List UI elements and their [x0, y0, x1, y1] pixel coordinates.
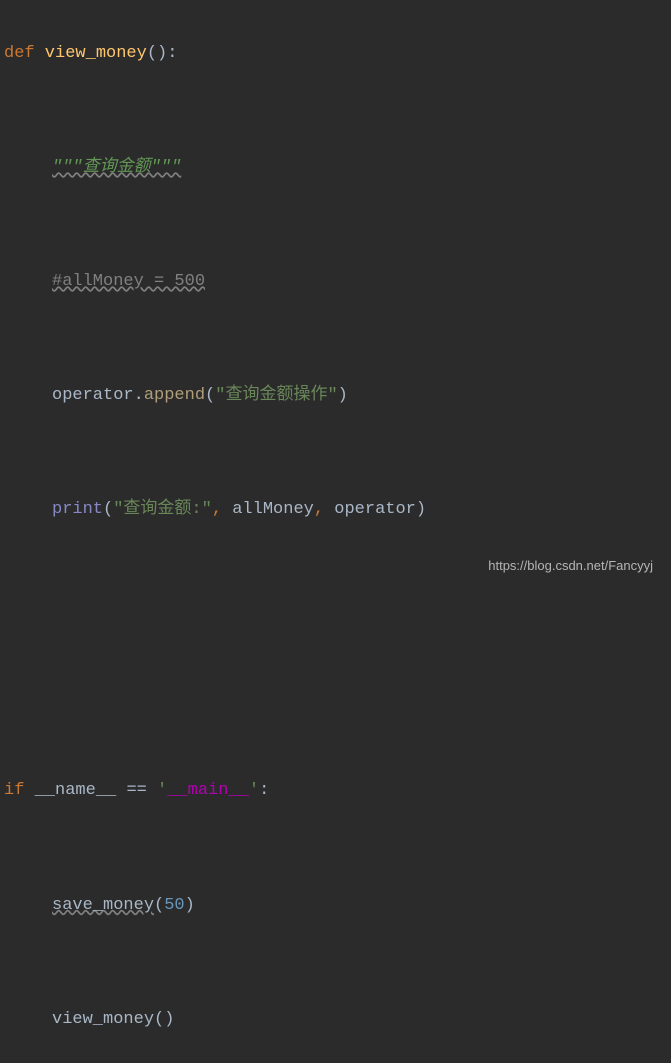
string-quote: '	[249, 781, 259, 800]
comma: ,	[314, 500, 324, 519]
parentheses: ()	[147, 44, 167, 63]
code-block: def view_money(): """查询金额""" #allMoney =…	[4, 8, 667, 1063]
blank-line	[4, 835, 667, 860]
dunder-name: __name__	[24, 781, 126, 800]
string-quote: '	[157, 781, 167, 800]
keyword-if: if	[4, 781, 24, 800]
comment: #allMoney = 500	[52, 272, 205, 291]
dot: .	[134, 386, 144, 405]
string-literal: "查询金额:"	[113, 500, 212, 519]
code-line-2: """查询金额"""	[4, 153, 667, 181]
close-paren: )	[185, 896, 195, 915]
code-line-3: #allMoney = 500	[4, 267, 667, 295]
code-line-8: view_money()	[4, 1005, 667, 1033]
colon: :	[259, 781, 269, 800]
function-call: save_money	[52, 896, 154, 915]
dunder-main: __main__	[167, 781, 249, 800]
open-paren: (	[103, 500, 113, 519]
docstring: """查询金额"""	[52, 158, 181, 177]
builtin-function: print	[52, 500, 103, 519]
method-call: append	[144, 386, 205, 405]
code-line-1: def view_money():	[4, 39, 667, 67]
variable: allMoney	[222, 500, 314, 519]
code-line-4: operator.append("查询金额操作")	[4, 381, 667, 409]
open-paren: (	[154, 896, 164, 915]
identifier: operator	[52, 386, 134, 405]
parentheses: ()	[154, 1010, 174, 1029]
blank-line	[4, 97, 667, 122]
colon: :	[167, 44, 177, 63]
function-name: view_money	[35, 44, 147, 63]
blank-line	[4, 326, 667, 351]
blank-line	[4, 665, 667, 690]
code-line-5: print("查询金额:", allMoney, operator)	[4, 495, 667, 523]
code-line-6: if __name__ == '__main__':	[4, 776, 667, 804]
function-call: view_money	[52, 1010, 154, 1029]
close-paren: )	[416, 500, 426, 519]
watermark: https://blog.csdn.net/Fancyyj	[488, 554, 653, 577]
number-literal: 50	[164, 896, 184, 915]
blank-line	[4, 610, 667, 635]
code-line-7: save_money(50)	[4, 891, 667, 919]
close-paren: )	[338, 386, 348, 405]
blank-line	[4, 949, 667, 974]
comma: ,	[212, 500, 222, 519]
string-literal: "查询金额操作"	[215, 386, 337, 405]
open-paren: (	[205, 386, 215, 405]
blank-line	[4, 211, 667, 236]
operator-eq: ==	[126, 781, 157, 800]
keyword-def: def	[4, 44, 35, 63]
blank-line	[4, 440, 667, 465]
variable: operator	[324, 500, 416, 519]
blank-line	[4, 721, 667, 746]
